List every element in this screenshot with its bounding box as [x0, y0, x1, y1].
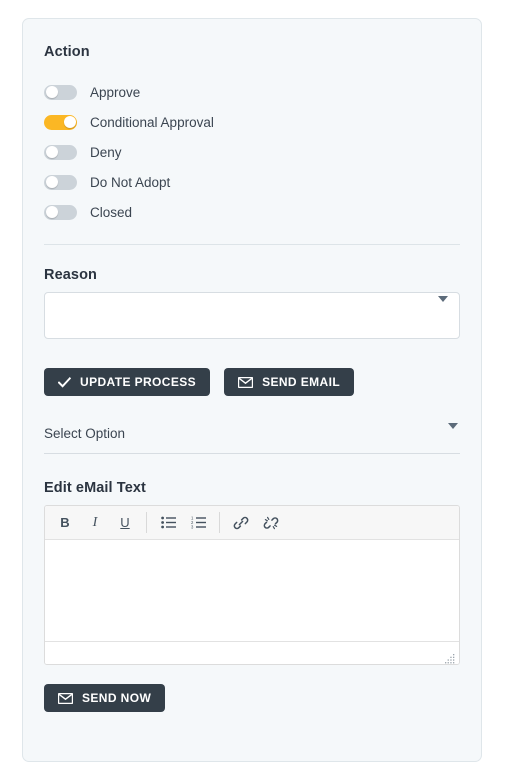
- bullet-list-icon[interactable]: [153, 508, 183, 538]
- select-option-value: Select Option: [44, 426, 126, 441]
- toggle-knob: [45, 206, 58, 218]
- email-rich-text-editor: B I U 1 2 3: [44, 505, 460, 665]
- toggle-label-do-not-adopt: Do Not Adopt: [90, 174, 171, 190]
- reason-heading: Reason: [44, 267, 97, 283]
- toggle-row-deny[interactable]: Deny: [44, 137, 460, 167]
- chevron-down-icon: [448, 423, 458, 447]
- toggle-label-conditional-approval: Conditional Approval: [90, 114, 214, 130]
- select-option-dropdown[interactable]: Select Option: [44, 423, 460, 454]
- bold-icon[interactable]: B: [50, 508, 80, 538]
- toggle-do-not-adopt[interactable]: [44, 174, 77, 190]
- italic-icon[interactable]: I: [80, 508, 110, 538]
- toggle-knob: [45, 146, 58, 158]
- toggle-row-do-not-adopt[interactable]: Do Not Adopt: [44, 167, 460, 197]
- toggle-deny[interactable]: [44, 144, 77, 160]
- toggle-conditional-approval[interactable]: [44, 114, 77, 130]
- toggle-row-closed[interactable]: Closed: [44, 197, 460, 227]
- toggle-knob: [45, 86, 58, 98]
- resize-grip-icon[interactable]: [445, 651, 455, 664]
- toggle-row-approve[interactable]: Approve: [44, 77, 460, 107]
- toggle-closed[interactable]: [44, 204, 77, 220]
- envelope-icon: [58, 692, 73, 704]
- page-root: Action Approve Conditional Approval Deny…: [0, 0, 506, 780]
- toggle-label-deny: Deny: [90, 144, 122, 160]
- send-now-row: SEND NOW: [44, 684, 460, 712]
- reason-select[interactable]: [44, 292, 460, 339]
- editor-footer: [45, 641, 459, 664]
- update-process-label: UPDATE PROCESS: [80, 375, 197, 389]
- action-card: Action Approve Conditional Approval Deny…: [22, 18, 482, 762]
- action-toggle-list: Approve Conditional Approval Deny Do Not…: [44, 77, 460, 227]
- envelope-icon: [238, 376, 254, 388]
- action-heading: Action: [44, 44, 90, 60]
- link-icon[interactable]: [226, 508, 256, 538]
- update-process-button[interactable]: UPDATE PROCESS: [44, 368, 211, 396]
- send-now-label: SEND NOW: [82, 691, 152, 705]
- toggle-row-conditional-approval[interactable]: Conditional Approval: [44, 107, 460, 137]
- numbered-list-icon[interactable]: 1 2 3: [183, 508, 213, 538]
- toolbar-separator: [219, 512, 220, 533]
- svg-text:3: 3: [191, 525, 194, 529]
- toggle-approve[interactable]: [44, 84, 77, 100]
- toggle-label-approve: Approve: [90, 84, 141, 100]
- underline-icon[interactable]: U: [110, 508, 140, 538]
- action-button-row: UPDATE PROCESS SEND EMAIL: [44, 368, 460, 396]
- toggle-knob: [45, 176, 58, 188]
- toggle-label-closed: Closed: [90, 204, 133, 220]
- edit-email-text-heading: Edit eMail Text: [44, 480, 146, 496]
- editor-toolbar: B I U 1 2 3: [45, 506, 459, 540]
- editor-content-area[interactable]: [45, 540, 459, 641]
- check-icon: [58, 376, 71, 388]
- send-now-button[interactable]: SEND NOW: [44, 684, 166, 712]
- send-email-label: SEND EMAIL: [262, 375, 341, 389]
- toolbar-separator: [146, 512, 147, 533]
- chevron-down-icon: [438, 296, 448, 320]
- send-email-button[interactable]: SEND EMAIL: [224, 368, 355, 396]
- unlink-icon[interactable]: [256, 508, 286, 538]
- toggle-knob: [63, 116, 76, 128]
